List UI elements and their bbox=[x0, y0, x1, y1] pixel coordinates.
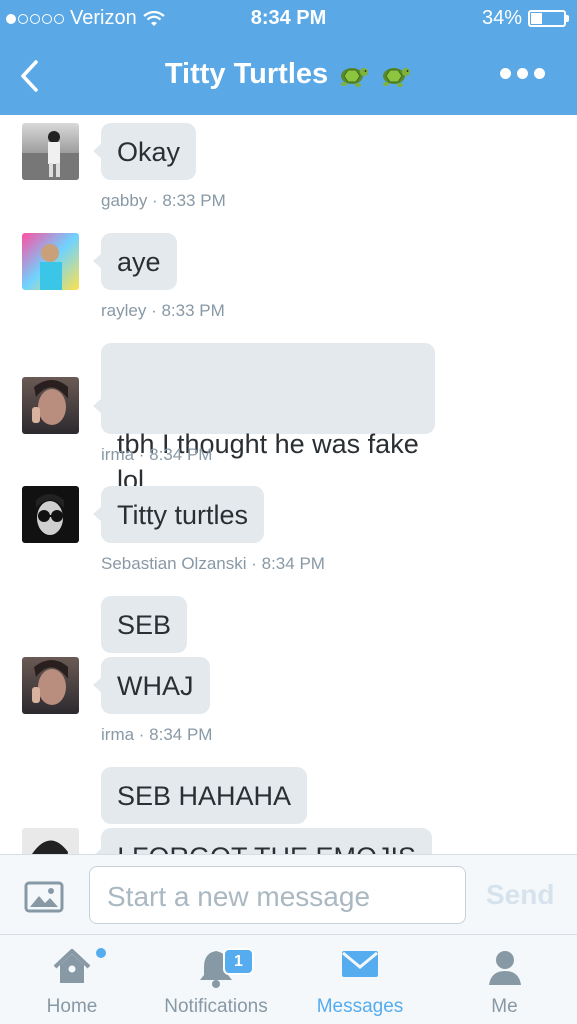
tab-me-label: Me bbox=[491, 996, 518, 1017]
avatar-partial[interactable] bbox=[22, 828, 79, 854]
message-bubble[interactable]: WHAJ bbox=[93, 657, 210, 714]
avatar-gabby[interactable] bbox=[22, 123, 79, 180]
compose-bar: Start a new message Send bbox=[0, 854, 577, 935]
tab-messages-label: Messages bbox=[316, 996, 404, 1017]
nav-bar: Titty Turtles bbox=[0, 38, 577, 115]
message-text: Titty turtles bbox=[117, 500, 249, 530]
message-meta: gabby · 8:33 PM bbox=[101, 191, 226, 210]
message-meta: rayley · 8:33 PM bbox=[101, 301, 225, 320]
tab-home[interactable]: Home bbox=[0, 935, 144, 1024]
battery-percent: 34% bbox=[481, 7, 522, 29]
message-text: SEB bbox=[117, 610, 172, 640]
avatar-irma[interactable] bbox=[22, 657, 79, 714]
message-text: SEB HAHAHA bbox=[117, 781, 292, 811]
send-button[interactable]: Send bbox=[486, 879, 554, 911]
tab-me[interactable]: Me bbox=[432, 935, 577, 1024]
envelope-icon bbox=[342, 951, 378, 977]
message-meta: irma · 8:34 PM bbox=[101, 725, 213, 744]
message-list[interactable]: Okay gabby · 8:33 PM aye rayley · 8:33 P… bbox=[0, 115, 577, 854]
message-bubble[interactable]: Okay bbox=[93, 123, 197, 180]
message-input-placeholder: Start a new message bbox=[107, 881, 371, 912]
header: Verizon 8:34 PM 34% Titty Turtles bbox=[0, 0, 577, 115]
message-bubble[interactable]: Titty turtles bbox=[93, 486, 265, 543]
conversation-title-text: Titty Turtles bbox=[164, 58, 329, 90]
avatar-rayley[interactable] bbox=[22, 233, 79, 290]
message-bubble[interactable]: tbh I thought he was fake lol bbox=[93, 343, 435, 495]
tab-messages[interactable]: Messages bbox=[288, 935, 432, 1024]
message-bubble[interactable]: aye bbox=[93, 233, 177, 290]
notifications-badge: 1 bbox=[223, 948, 254, 975]
home-icon bbox=[53, 949, 91, 983]
message-text: WHAJ bbox=[117, 671, 194, 701]
message-bubble[interactable]: SEB HAHAHA bbox=[101, 767, 308, 824]
home-new-dot bbox=[96, 948, 106, 958]
message-bubble[interactable]: SEB bbox=[101, 596, 188, 653]
battery-indicator: 34% bbox=[482, 7, 569, 30]
turtle-emoji-icon bbox=[383, 67, 411, 87]
status-bar: Verizon 8:34 PM 34% bbox=[0, 0, 577, 38]
battery-icon bbox=[528, 10, 569, 27]
message-bubble[interactable]: I FORGOT THE EMOJIS bbox=[93, 828, 433, 854]
tab-bar: Home 1 Notifications Messages Me bbox=[0, 935, 577, 1024]
message-meta: irma · 8:34 PM bbox=[101, 445, 213, 464]
tab-home-label: Home bbox=[46, 996, 98, 1017]
turtle-emoji-icon bbox=[341, 67, 369, 87]
avatar-irma[interactable] bbox=[22, 377, 79, 434]
message-text: I FORGOT THE EMOJIS bbox=[117, 842, 416, 854]
tab-notifications[interactable]: 1 Notifications bbox=[144, 935, 288, 1024]
message-text: aye bbox=[117, 247, 161, 277]
avatar-sebastian[interactable] bbox=[22, 486, 79, 543]
tab-notifications-label: Notifications bbox=[164, 996, 268, 1017]
conversation-title[interactable]: Titty Turtles bbox=[0, 58, 577, 91]
more-options-icon[interactable] bbox=[500, 68, 545, 79]
person-icon bbox=[488, 951, 521, 985]
message-meta: Sebastian Olzanski · 8:34 PM bbox=[101, 554, 325, 573]
message-text: Okay bbox=[117, 137, 181, 167]
message-input[interactable]: Start a new message bbox=[89, 866, 466, 924]
image-attach-icon[interactable] bbox=[24, 881, 64, 913]
